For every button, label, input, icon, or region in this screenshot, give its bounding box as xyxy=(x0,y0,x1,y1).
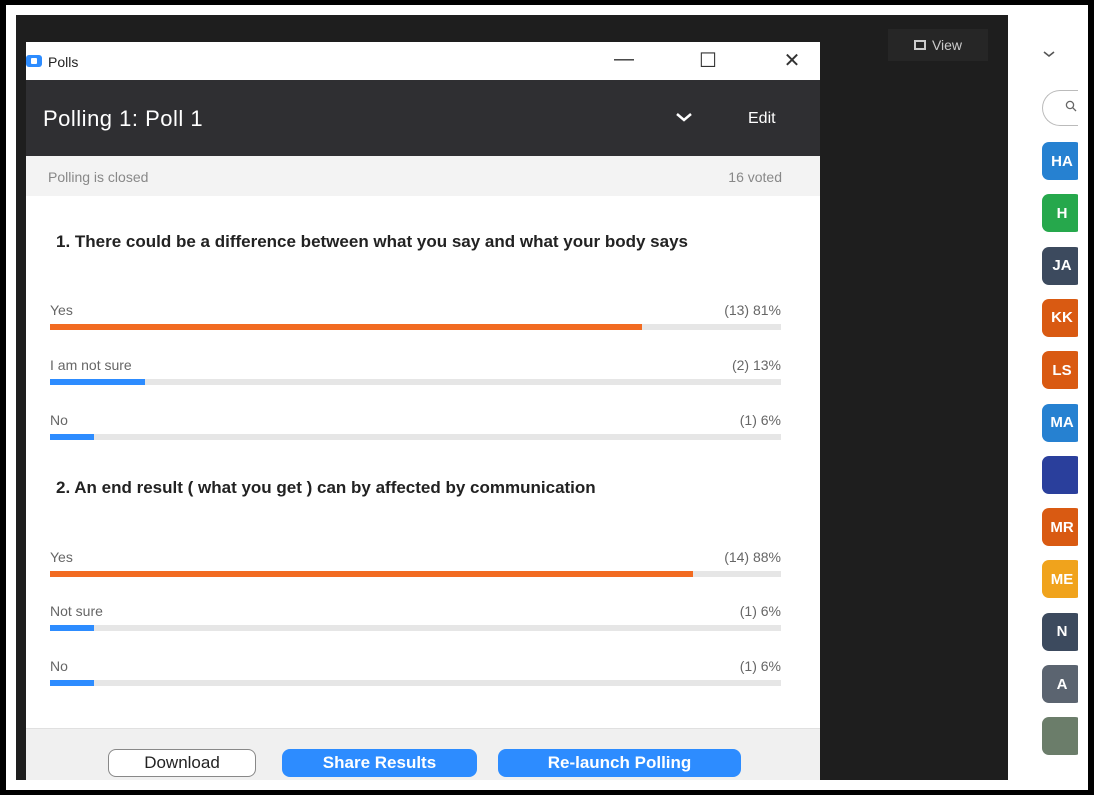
answer-count: (2) 13% xyxy=(731,357,781,373)
result-bar-track xyxy=(50,625,781,631)
result-bar-fill xyxy=(50,324,643,330)
participant-avatar[interactable]: N xyxy=(1042,612,1078,651)
edit-button[interactable]: Edit xyxy=(748,110,776,128)
answer-label: Not sure xyxy=(50,603,103,619)
result-bar-fill xyxy=(50,680,94,686)
app-background: Polls — ☐ ✕ Polling 1: Poll 1 Edit Polli… xyxy=(16,15,1078,780)
participant-avatar[interactable]: MR xyxy=(1042,508,1078,547)
view-button[interactable]: View xyxy=(888,29,988,61)
participant-avatar[interactable]: H xyxy=(1042,194,1078,233)
maximize-icon[interactable]: ☐ xyxy=(693,48,723,73)
participant-avatar[interactable] xyxy=(1042,717,1078,756)
answer-row: Yes (14) 88% xyxy=(50,549,781,583)
screenshot-frame: Polls — ☐ ✕ Polling 1: Poll 1 Edit Polli… xyxy=(6,5,1088,790)
participant-avatar[interactable]: A xyxy=(1042,665,1078,703)
result-bar-fill xyxy=(50,625,94,631)
answer-row: No (1) 6% xyxy=(50,412,781,446)
poll-footer: Download Share Results Re-launch Polling xyxy=(26,728,820,780)
window-titlebar: Polls — ☐ ✕ xyxy=(26,42,820,80)
window-title: Polls xyxy=(48,54,79,70)
participant-avatar[interactable]: HA xyxy=(1042,142,1078,180)
answer-row: I am not sure (2) 13% xyxy=(50,357,781,391)
answer-label: No xyxy=(50,658,68,674)
search-icon xyxy=(1065,100,1077,112)
participant-avatar[interactable]: ME xyxy=(1042,560,1078,599)
share-results-button[interactable]: Share Results xyxy=(282,749,477,777)
result-bar-track xyxy=(50,680,781,686)
participant-avatar[interactable]: LS xyxy=(1042,351,1078,390)
poll-title: Polling 1: Poll 1 xyxy=(43,106,204,131)
result-bar-track xyxy=(50,434,781,440)
answer-count: (13) 81% xyxy=(724,302,781,318)
poll-status: Polling is closed xyxy=(48,169,149,185)
participant-avatar[interactable]: MA xyxy=(1042,403,1078,442)
grid-icon xyxy=(913,40,926,50)
answer-row: No (1) 6% xyxy=(50,658,781,692)
polls-window: Polls — ☐ ✕ Polling 1: Poll 1 Edit Polli… xyxy=(26,42,820,780)
zoom-app-icon xyxy=(26,55,42,67)
question-text: 2. An end result ( what you get ) can by… xyxy=(56,478,596,497)
poll-header: Polling 1: Poll 1 Edit xyxy=(26,80,820,156)
answer-label: Yes xyxy=(50,549,73,565)
chevron-down-icon[interactable] xyxy=(1042,49,1056,59)
view-label: View xyxy=(931,37,963,53)
voted-count: 16 voted xyxy=(728,169,782,185)
answer-label: I am not sure xyxy=(50,357,132,373)
result-bar-track xyxy=(50,571,781,577)
answer-count: (14) 88% xyxy=(724,549,781,565)
participant-search-input[interactable] xyxy=(1042,90,1078,126)
result-bar-fill xyxy=(50,571,694,577)
answer-label: No xyxy=(50,412,68,428)
question-text: 1. There could be a difference between w… xyxy=(56,232,689,251)
participant-avatar[interactable] xyxy=(1042,455,1078,494)
participant-avatar[interactable]: KK xyxy=(1042,298,1078,337)
close-icon[interactable]: ✕ xyxy=(777,48,807,73)
answer-count: (1) 6% xyxy=(739,603,781,619)
result-bar-track xyxy=(50,324,781,330)
download-button[interactable]: Download xyxy=(108,749,256,777)
answer-row: Not sure (1) 6% xyxy=(50,603,781,637)
participant-avatar[interactable]: JA xyxy=(1042,246,1078,285)
answer-label: Yes xyxy=(50,302,73,318)
answer-row: Yes (13) 81% xyxy=(50,302,781,336)
result-bar-fill xyxy=(50,434,94,440)
participants-panel: HA H JA KK LS MA MR ME N A xyxy=(1008,15,1078,780)
result-bar-fill xyxy=(50,379,146,385)
chevron-down-icon[interactable] xyxy=(674,110,694,124)
result-bar-track xyxy=(50,379,781,385)
answer-count: (1) 6% xyxy=(739,412,781,428)
poll-status-bar: Polling is closed 16 voted xyxy=(26,156,820,196)
minimize-icon[interactable]: — xyxy=(609,48,639,71)
answer-count: (1) 6% xyxy=(739,658,781,674)
relaunch-polling-button[interactable]: Re-launch Polling xyxy=(498,749,741,777)
